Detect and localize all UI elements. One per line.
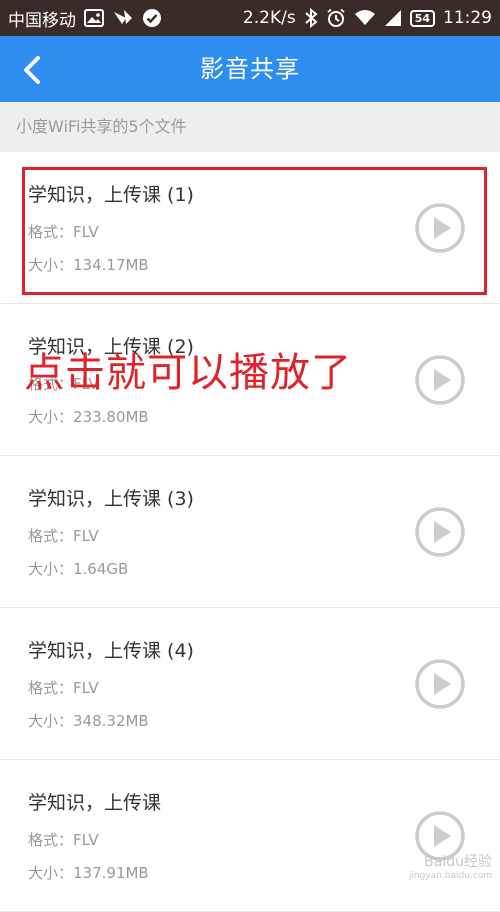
status-bar: 中国移动 2.2K/s 54 11:29 <box>0 0 500 36</box>
file-format: 格式：FLV <box>28 375 99 393</box>
file-size: 大小：137.91MB <box>28 864 149 882</box>
file-size: 大小：348.32MB <box>28 712 149 730</box>
check-icon <box>142 8 162 28</box>
bluetooth-icon <box>304 8 318 28</box>
file-item-4[interactable]: 学知识，上传课 (4) 格式：FLV 大小：348.32MB <box>0 608 500 760</box>
image-icon <box>84 9 104 27</box>
file-size: 大小：233.80MB <box>28 408 149 426</box>
watermark-url: jingyan.baidu.com <box>408 871 492 881</box>
status-time: 11:29 <box>443 8 492 28</box>
app-bar: 影音共享 <box>0 36 500 102</box>
file-item-5[interactable]: 学知识，上传课 格式：FLV 大小：137.91MB <box>0 760 500 912</box>
watermark-text: Baidu经验 <box>424 854 492 870</box>
file-size: 大小：134.17MB <box>28 256 149 274</box>
play-icon <box>415 355 465 405</box>
play-icon <box>415 659 465 709</box>
file-title: 学知识，上传课 (1) <box>28 184 194 206</box>
file-item-2[interactable]: 学知识，上传课 (2) 格式：FLV 大小：233.80MB <box>0 304 500 456</box>
file-item-1[interactable]: 学知识，上传课 (1) 格式：FLV 大小：134.17MB <box>0 152 500 304</box>
file-title: 学知识，上传课 (2) <box>28 336 194 358</box>
play-button[interactable] <box>414 354 466 406</box>
status-bar-left: 中国移动 <box>8 0 162 36</box>
status-bar-right: 2.2K/s 54 11:29 <box>243 0 492 36</box>
file-format: 格式：FLV <box>28 679 99 697</box>
file-list: 学知识，上传课 (1) 格式：FLV 大小：134.17MB 学知识，上传课 (… <box>0 152 500 912</box>
signal-icon <box>384 9 402 27</box>
file-title: 学知识，上传课 (3) <box>28 488 194 510</box>
battery-icon: 54 <box>409 9 435 27</box>
file-count-header: 小度WiFi共享的5个文件 <box>0 102 500 152</box>
file-format: 格式：FLV <box>28 527 99 545</box>
network-icon <box>112 8 134 28</box>
file-item-3[interactable]: 学知识，上传课 (3) 格式：FLV 大小：1.64GB <box>0 456 500 608</box>
file-title: 学知识，上传课 <box>28 792 162 814</box>
page-title: 影音共享 <box>200 55 300 83</box>
file-format: 格式：FLV <box>28 223 99 241</box>
alarm-icon <box>326 8 346 28</box>
file-format: 格式：FLV <box>28 831 99 849</box>
play-icon <box>415 507 465 557</box>
play-button[interactable] <box>414 506 466 558</box>
network-speed: 2.2K/s <box>242 8 296 28</box>
carrier-label: 中国移动 <box>8 10 76 31</box>
wifi-icon <box>354 9 376 27</box>
baidu-watermark: Baidu经验 jingyan.baidu.com <box>409 855 492 883</box>
file-title: 学知识，上传课 (4) <box>28 640 194 662</box>
play-button[interactable] <box>414 202 466 254</box>
play-icon <box>415 203 465 253</box>
file-size: 大小：1.64GB <box>28 560 129 578</box>
play-button[interactable] <box>414 658 466 710</box>
